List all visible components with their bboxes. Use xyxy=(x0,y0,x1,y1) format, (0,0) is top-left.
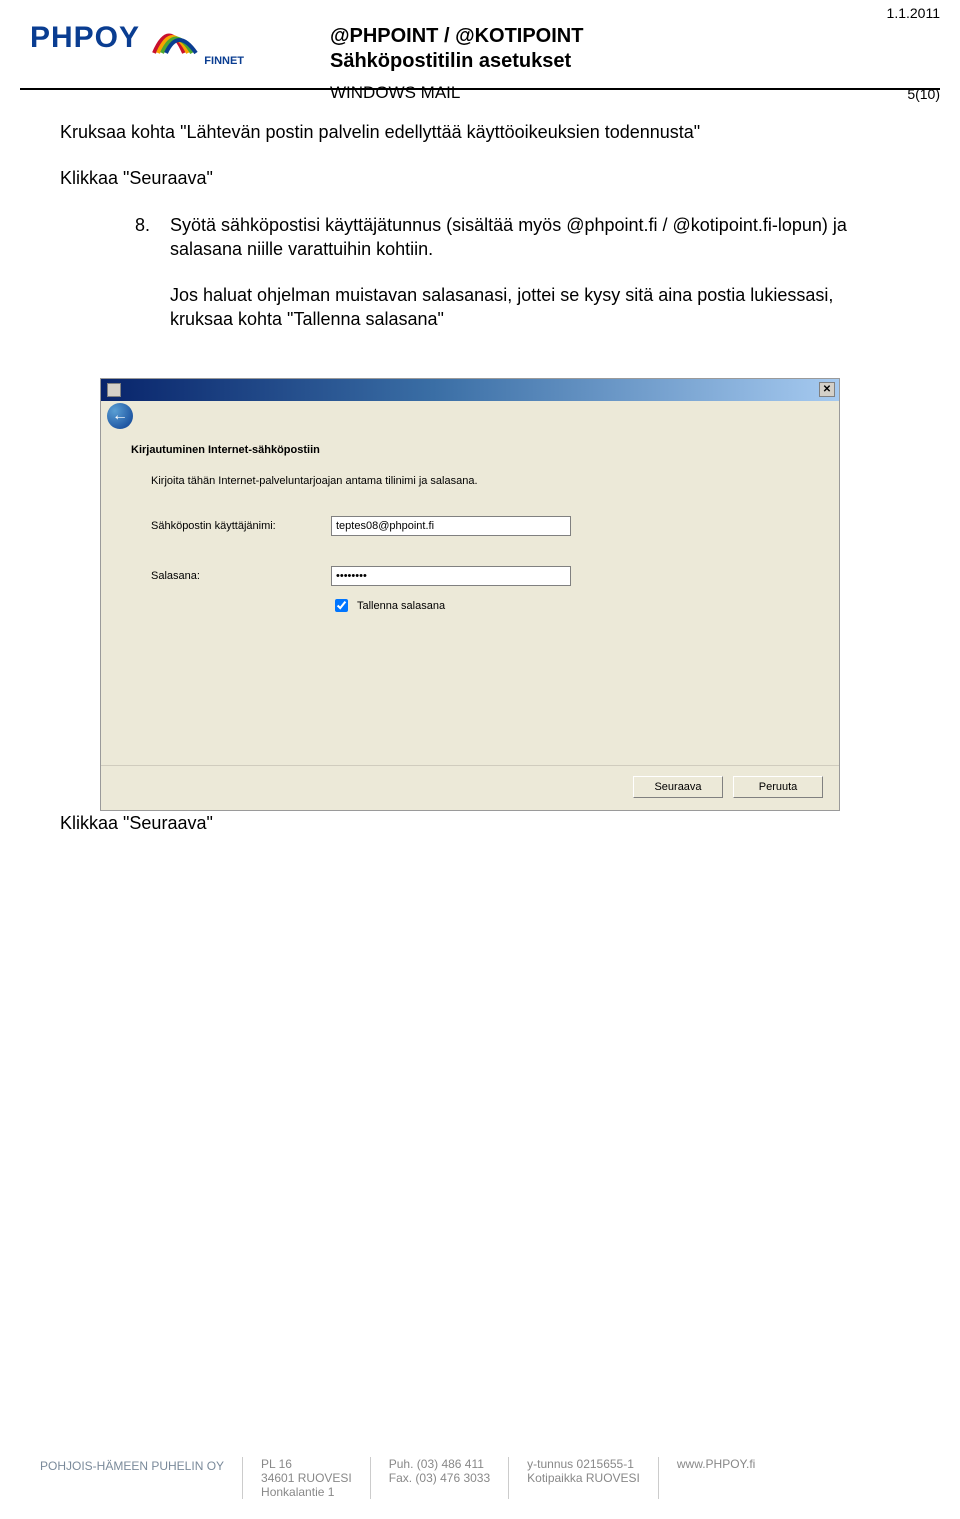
footer-address: PL 16 34601 RUOVESI Honkalantie 1 xyxy=(242,1457,370,1499)
wizard-subtext: Kirjoita tähän Internet-palveluntarjoaja… xyxy=(151,474,809,489)
content-area: Kruksaa kohta "Lähtevän postin palvelin … xyxy=(0,90,960,836)
logo-swirl-icon: FINNET xyxy=(144,13,204,63)
arrow-left-icon: ← xyxy=(112,405,128,427)
wizard-heading: Kirjautuminen Internet-sähköpostiin xyxy=(131,443,809,458)
paragraph-2: Klikkaa "Seuraava" xyxy=(60,166,900,190)
remember-row: Tallenna salasana xyxy=(331,596,809,615)
close-button[interactable]: ✕ xyxy=(819,382,835,397)
wizard-nav-row: ← xyxy=(101,401,839,431)
logo-brand-text: PHPOY xyxy=(30,21,140,55)
remember-checkbox[interactable] xyxy=(335,599,348,612)
footer-contact: Puh. (03) 486 411 Fax. (03) 476 3033 xyxy=(370,1457,508,1499)
page-footer: POHJOIS-HÄMEEN PUHELIN OY PL 16 34601 RU… xyxy=(0,1457,960,1499)
footer-company: POHJOIS-HÄMEEN PUHELIN OY xyxy=(40,1457,242,1499)
doc-title-line1: @PHPOINT / @KOTIPOINT xyxy=(330,25,583,48)
doc-title-block: @PHPOINT / @KOTIPOINT Sähköpostitilin as… xyxy=(330,25,583,103)
username-row: Sähköpostin käyttäjänimi: xyxy=(151,516,809,536)
paragraph-after-wizard: Klikkaa "Seuraava" xyxy=(60,811,900,835)
password-label: Salasana: xyxy=(151,569,331,584)
step-number: 8. xyxy=(120,213,150,354)
username-label: Sähköpostin käyttäjänimi: xyxy=(151,519,331,534)
wizard-titlebar: ✕ xyxy=(101,379,839,401)
password-input[interactable] xyxy=(331,566,571,586)
page-number: 5(10) xyxy=(887,86,940,102)
remember-label: Tallenna salasana xyxy=(357,599,445,614)
doc-date: 1.1.2011 xyxy=(887,5,940,21)
next-button[interactable]: Seuraava xyxy=(633,776,723,798)
wizard-window: ✕ ← Kirjautuminen Internet-sähköpostiin … xyxy=(100,378,840,812)
logo-subbrand-text: FINNET xyxy=(204,55,244,67)
doc-title-line3: WINDOWS MAIL xyxy=(330,83,583,103)
back-button[interactable]: ← xyxy=(107,403,133,429)
step-text-1: Syötä sähköpostisi käyttäjätunnus (sisäl… xyxy=(170,213,900,262)
footer-legal: y-tunnus 0215655-1 Kotipaikka RUOVESI xyxy=(508,1457,658,1499)
logo: PHPOY FINNET xyxy=(30,13,204,63)
cancel-button[interactable]: Peruuta xyxy=(733,776,823,798)
wizard-button-row: Seuraava Peruuta xyxy=(101,765,839,810)
wizard-body: Kirjautuminen Internet-sähköpostiin Kirj… xyxy=(101,431,839,626)
doc-title-line2: Sähköpostitilin asetukset xyxy=(330,50,583,73)
paragraph-1: Kruksaa kohta "Lähtevän postin palvelin … xyxy=(60,120,900,144)
page-header: PHPOY FINNET @PHPOINT / @KOTIPOINT Sähkö… xyxy=(0,0,960,73)
step-8: 8. Syötä sähköpostisi käyttäjätunnus (si… xyxy=(120,213,900,354)
username-input[interactable] xyxy=(331,516,571,536)
footer-web: www.PHPOY.fi xyxy=(658,1457,773,1499)
step-text-2: Jos haluat ohjelman muistavan salasanasi… xyxy=(170,283,900,332)
system-menu-icon[interactable] xyxy=(107,383,121,397)
doc-meta: 1.1.2011 5(10) xyxy=(887,5,940,102)
password-row: Salasana: xyxy=(151,566,809,586)
